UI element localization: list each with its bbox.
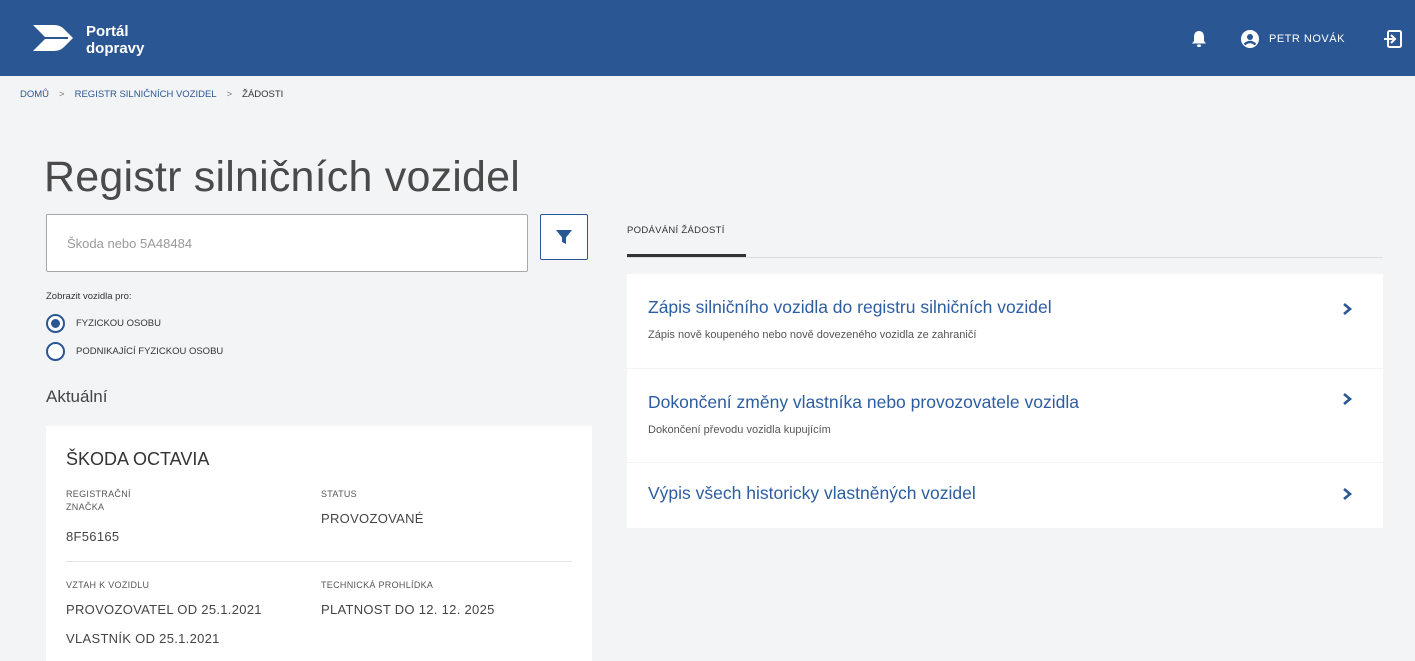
search-input[interactable] bbox=[47, 215, 527, 271]
breadcrumb-separator: > bbox=[226, 89, 233, 100]
filter-icon bbox=[556, 230, 572, 244]
tab-submit-requests[interactable]: PODÁVÁNÍ ŽÁDOSTÍ bbox=[627, 225, 725, 236]
relation-value-owner: VLASTNÍK OD 25.1.2021 bbox=[66, 631, 220, 646]
vehicle-name: ŠKODA OCTAVIA bbox=[66, 449, 210, 469]
breadcrumb-current: ŽÁDOSTI bbox=[242, 89, 284, 100]
user-name: PETR NOVÁK bbox=[1269, 33, 1345, 45]
chevron-right-icon bbox=[1343, 303, 1353, 315]
card-divider bbox=[66, 561, 572, 562]
brand-line-1: Portál bbox=[86, 23, 129, 40]
current-section-heading: Aktuální bbox=[46, 387, 108, 406]
request-item-vehicle-history[interactable]: Výpis všech historicky vlastněných vozid… bbox=[627, 463, 1383, 528]
relation-value-operator: PROVOZOVATEL OD 25.1.2021 bbox=[66, 602, 262, 617]
search-box bbox=[46, 214, 528, 272]
top-bar: Portál dopravy PETR NOVÁK bbox=[0, 0, 1415, 76]
page-title: Registr silničních vozidel bbox=[44, 153, 520, 201]
registration-label: REGISTRAČNÍ ZNAČKA bbox=[66, 489, 131, 512]
request-subtitle: Dokončení převodu vozidla kupujícím bbox=[648, 424, 831, 436]
request-title: Zápis silničního vozidla do registru sil… bbox=[648, 297, 1052, 317]
radio-selected-icon bbox=[46, 313, 65, 333]
user-menu[interactable]: PETR NOVÁK bbox=[1241, 29, 1345, 49]
brand-name[interactable]: Portál dopravy bbox=[86, 23, 144, 57]
filter-button[interactable] bbox=[540, 214, 588, 260]
chevron-right-icon bbox=[1343, 488, 1353, 500]
request-subtitle: Zápis nově koupeného nebo nově dovezenéh… bbox=[648, 329, 977, 341]
breadcrumb-separator: > bbox=[59, 89, 65, 100]
logout-icon[interactable] bbox=[1383, 29, 1403, 49]
breadcrumb: DOMŮ > REGISTR SILNIČNÍCH VOZIDEL > ŽÁDO… bbox=[20, 89, 283, 100]
request-item-vehicle-registration[interactable]: Zápis silničního vozidla do registru sil… bbox=[627, 274, 1383, 368]
status-label: STATUS bbox=[321, 489, 357, 499]
radio-label: FYZICKOU OSOBU bbox=[76, 317, 161, 329]
inspection-value: PLATNOST DO 12. 12. 2025 bbox=[321, 602, 495, 617]
request-title: Výpis všech historicky vlastněných vozid… bbox=[648, 483, 976, 503]
user-avatar-icon bbox=[1241, 30, 1259, 48]
registration-value: 8F56165 bbox=[66, 529, 120, 544]
tab-divider bbox=[627, 257, 1383, 258]
portal-logo-icon[interactable] bbox=[30, 16, 80, 60]
breadcrumb-registry[interactable]: REGISTR SILNIČNÍCH VOZIDEL bbox=[75, 89, 217, 100]
radio-unselected-icon bbox=[46, 341, 65, 361]
inspection-label: TECHNICKÁ PROHLÍDKA bbox=[321, 580, 434, 590]
chevron-right-icon bbox=[1343, 393, 1353, 405]
request-item-owner-change[interactable]: Dokončení změny vlastníka nebo provozova… bbox=[627, 369, 1383, 462]
radio-business-person[interactable]: PODNIKAJÍCÍ FYZICKOU OSOBU bbox=[46, 341, 223, 361]
radio-label: PODNIKAJÍCÍ FYZICKOU OSOBU bbox=[76, 345, 224, 357]
request-title: Dokončení změny vlastníka nebo provozova… bbox=[648, 392, 1079, 412]
show-vehicles-label: Zobrazit vozidla pro: bbox=[46, 291, 132, 302]
relation-label: VZTAH K VOZIDLU bbox=[66, 580, 150, 590]
bell-icon[interactable] bbox=[1191, 30, 1207, 48]
radio-natural-person[interactable]: FYZICKOU OSOBU bbox=[46, 313, 161, 333]
breadcrumb-home[interactable]: DOMŮ bbox=[20, 89, 49, 100]
vehicle-card[interactable]: ŠKODA OCTAVIA REGISTRAČNÍ ZNAČKA 8F56165… bbox=[46, 426, 592, 661]
status-value: PROVOZOVANÉ bbox=[321, 511, 424, 526]
brand-line-2: dopravy bbox=[86, 40, 145, 57]
